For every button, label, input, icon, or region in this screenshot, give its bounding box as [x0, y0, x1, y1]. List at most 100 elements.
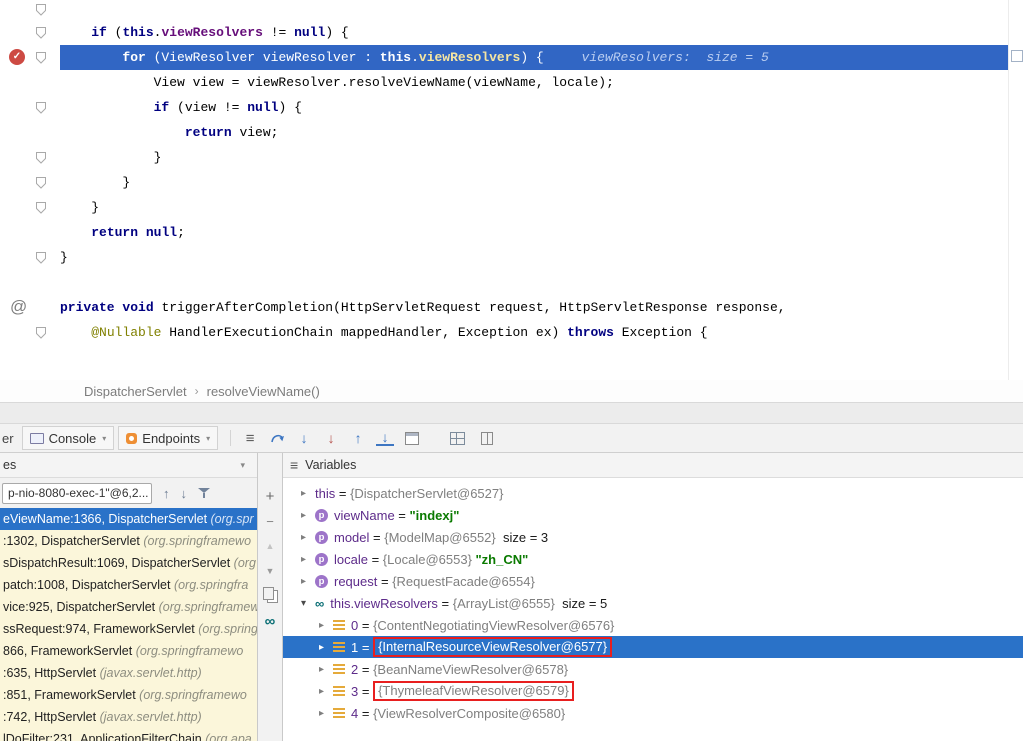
- code-line[interactable]: }: [60, 245, 1008, 270]
- layout-columns-icon[interactable]: [475, 429, 493, 447]
- add-watch-icon[interactable]: +: [262, 489, 278, 503]
- force-step-into-icon[interactable]: ↓: [322, 429, 340, 447]
- fold-marker-icon[interactable]: [35, 3, 47, 16]
- expand-arrow-icon[interactable]: ▸: [301, 554, 315, 565]
- frame-method: patch:1008, DispatcherServlet: [3, 578, 174, 592]
- layout-grid-icon[interactable]: [448, 429, 466, 447]
- tab-console[interactable]: Console ▾: [22, 426, 115, 450]
- tab-dropdown-icon[interactable]: ▾: [206, 434, 210, 443]
- variable-row[interactable]: ▸pviewName = "indexj": [283, 504, 1023, 526]
- code-line[interactable]: View view = viewResolver.resolveViewName…: [60, 70, 1008, 95]
- remove-watch-icon[interactable]: −: [262, 514, 278, 528]
- expand-arrow-icon[interactable]: ▸: [301, 576, 315, 587]
- variables-tree[interactable]: ▸this = {DispatcherServlet@6527}▸pviewNa…: [283, 478, 1023, 741]
- code-line[interactable]: return view;: [60, 120, 1008, 145]
- variable-row[interactable]: ▾∞this.viewResolvers = {ArrayList@6555} …: [283, 592, 1023, 614]
- stack-frame[interactable]: :742, HttpServlet (javax.servlet.http): [0, 706, 257, 728]
- expand-arrow-icon[interactable]: ▸: [301, 532, 315, 543]
- array-element-row[interactable]: ▸0 = {ContentNegotiatingViewResolver@657…: [283, 614, 1023, 636]
- code-line[interactable]: @Nullable HandlerExecutionChain mappedHa…: [60, 320, 1008, 345]
- stack-frame[interactable]: vice:925, DispatcherServlet (org.springf…: [0, 596, 257, 618]
- step-over-icon[interactable]: [268, 429, 286, 447]
- fold-marker-icon[interactable]: [35, 251, 47, 264]
- array-element-row[interactable]: ▸3 = {ThymeleafViewResolver@6579}: [283, 680, 1023, 702]
- error-stripe[interactable]: [1008, 0, 1023, 380]
- run-to-cursor-icon[interactable]: ↓: [376, 430, 394, 446]
- stack-frame[interactable]: :1302, DispatcherServlet (org.springfram…: [0, 530, 257, 552]
- copy-icon[interactable]: [262, 589, 278, 603]
- fold-marker-icon[interactable]: [35, 176, 47, 189]
- stack-frame[interactable]: lDoFilter:231, ApplicationFilterChain (o…: [0, 728, 257, 741]
- code-line[interactable]: if (view != null) {: [60, 95, 1008, 120]
- code-line[interactable]: }: [60, 145, 1008, 170]
- scroll-up-icon[interactable]: ▲: [262, 539, 278, 553]
- array-element-row[interactable]: ▸1 = {InternalResourceViewResolver@6577}: [283, 636, 1023, 658]
- fold-marker-icon[interactable]: [35, 201, 47, 214]
- fold-marker-icon[interactable]: [35, 151, 47, 164]
- watch-return-values-icon[interactable]: ∞: [262, 614, 278, 628]
- expand-arrow-icon[interactable]: ▸: [301, 510, 315, 521]
- frame-package: (org.springframewo: [143, 534, 251, 548]
- expand-arrow-icon[interactable]: ▸: [301, 488, 315, 499]
- variable-row[interactable]: ▸pmodel = {ModelMap@6552} size = 3: [283, 526, 1023, 548]
- stripe-current-line-marker[interactable]: [1011, 50, 1023, 62]
- tab-debugger-cut[interactable]: er: [2, 431, 14, 446]
- scroll-down-icon[interactable]: ▼: [262, 564, 278, 578]
- tab-dropdown-icon[interactable]: ▾: [102, 434, 106, 443]
- code-line[interactable]: return null;: [60, 220, 1008, 245]
- view-options-icon[interactable]: ≡: [241, 429, 259, 447]
- fold-marker-icon[interactable]: [35, 26, 47, 39]
- expand-arrow-icon[interactable]: ▸: [319, 620, 333, 631]
- variable-row[interactable]: ▸plocale = {Locale@6553} "zh_CN": [283, 548, 1023, 570]
- stack-frame[interactable]: :635, HttpServlet (javax.servlet.http): [0, 662, 257, 684]
- variable-row[interactable]: ▸prequest = {RequestFacade@6554}: [283, 570, 1023, 592]
- stack-frame[interactable]: sDispatchResult:1069, DispatcherServlet …: [0, 552, 257, 574]
- frame-package: (org.springframewo: [139, 688, 247, 702]
- variable-row[interactable]: ▸this = {DispatcherServlet@6527}: [283, 482, 1023, 504]
- editor-gutter[interactable]: ✓@: [0, 0, 60, 380]
- frames-header-label-cut: es: [3, 458, 16, 472]
- step-into-icon[interactable]: ↓: [295, 429, 313, 447]
- expand-arrow-icon[interactable]: ▸: [319, 708, 333, 719]
- evaluate-expression-icon[interactable]: [403, 429, 421, 447]
- code-line[interactable]: }: [60, 170, 1008, 195]
- code-editor[interactable]: ✓@ if (this.viewResolvers != null) { for…: [0, 0, 1023, 380]
- code-area[interactable]: if (this.viewResolvers != null) { for (V…: [60, 20, 1008, 345]
- filter-frames-icon[interactable]: [198, 487, 210, 500]
- code-line[interactable]: [60, 270, 1008, 295]
- panel-menu-icon[interactable]: ▾: [240, 460, 245, 471]
- equals-sign: =: [377, 574, 392, 589]
- previous-frame-icon[interactable]: ↑: [163, 486, 170, 501]
- step-out-icon[interactable]: ↑: [349, 429, 367, 447]
- array-element-icon: [333, 686, 345, 696]
- stack-frame[interactable]: :851, FrameworkServlet (org.springframew…: [0, 684, 257, 706]
- code-line[interactable]: for (ViewResolver viewResolver : this.vi…: [60, 45, 1008, 70]
- expand-arrow-icon[interactable]: ▸: [319, 664, 333, 675]
- stack-frame[interactable]: 866, FrameworkServlet (org.springframewo: [0, 640, 257, 662]
- next-frame-icon[interactable]: ↓: [181, 486, 188, 501]
- expand-arrow-icon[interactable]: ▸: [319, 686, 333, 697]
- code-line[interactable]: private void triggerAfterCompletion(Http…: [60, 295, 1008, 320]
- array-element-row[interactable]: ▸2 = {BeanNameViewResolver@6578}: [283, 658, 1023, 680]
- code-line[interactable]: }: [60, 195, 1008, 220]
- stack-frame[interactable]: eViewName:1366, DispatcherServlet (org.s…: [0, 508, 257, 530]
- breadcrumb-item[interactable]: DispatcherServlet: [84, 384, 187, 399]
- stack-frame[interactable]: ssRequest:974, FrameworkServlet (org.spr…: [0, 618, 257, 640]
- thread-selector[interactable]: p-nio-8080-exec-1"@6,2... ▾: [2, 483, 152, 504]
- fold-marker-icon[interactable]: [35, 101, 47, 114]
- array-element-row[interactable]: ▸4 = {ViewResolverComposite@6580}: [283, 702, 1023, 724]
- hamburger-icon[interactable]: ≡: [290, 457, 298, 473]
- breadcrumb-item[interactable]: resolveViewName(): [207, 384, 320, 399]
- fold-marker-icon[interactable]: [35, 326, 47, 339]
- code-line[interactable]: if (this.viewResolvers != null) {: [60, 20, 1008, 45]
- equals-sign: =: [358, 662, 373, 677]
- stack-frames-list[interactable]: eViewName:1366, DispatcherServlet (org.s…: [0, 508, 257, 741]
- breakpoint-icon[interactable]: ✓: [9, 49, 25, 65]
- tab-endpoints[interactable]: Endpoints ▾: [118, 426, 218, 450]
- parameter-icon: p: [315, 553, 328, 566]
- equals-sign: =: [369, 530, 384, 545]
- fold-marker-icon[interactable]: [35, 51, 47, 64]
- expand-arrow-icon[interactable]: ▸: [319, 642, 333, 653]
- stack-frame[interactable]: patch:1008, DispatcherServlet (org.sprin…: [0, 574, 257, 596]
- collapse-arrow-icon[interactable]: ▾: [301, 598, 315, 609]
